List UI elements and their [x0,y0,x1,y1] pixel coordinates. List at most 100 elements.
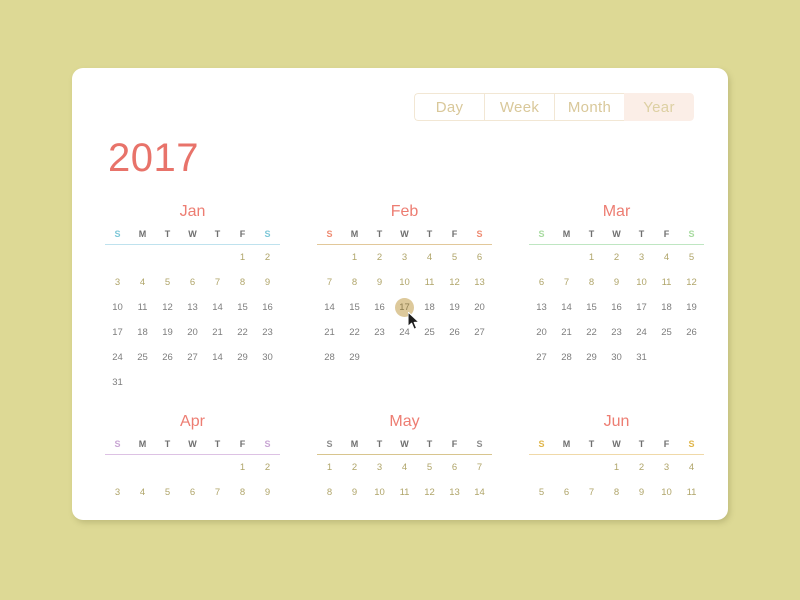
day-cell[interactable]: 9 [255,480,280,505]
day-cell[interactable]: 19 [155,320,180,345]
day-cell[interactable]: 31 [629,345,654,370]
day-cell[interactable]: 18 [417,295,442,320]
day-cell[interactable]: 19 [442,295,467,320]
day-cell[interactable]: 2 [255,245,280,271]
day-cell[interactable]: 3 [367,455,392,481]
day-cell[interactable]: 13 [529,295,554,320]
day-cell[interactable]: 21 [554,320,579,345]
day-cell[interactable]: 6 [180,480,205,505]
day-cell[interactable]: 16 [255,295,280,320]
day-cell[interactable]: 5 [529,480,554,505]
day-cell[interactable]: 25 [417,320,442,345]
day-cell[interactable]: 5 [442,245,467,271]
day-cell[interactable]: 25 [654,320,679,345]
day-cell[interactable]: 13 [180,295,205,320]
day-cell[interactable]: 21 [205,320,230,345]
day-cell[interactable]: 9 [367,270,392,295]
day-cell[interactable]: 10 [367,480,392,505]
day-cell[interactable]: 1 [230,455,255,481]
day-cell[interactable]: 23 [367,320,392,345]
day-cell[interactable]: 9 [342,480,367,505]
day-cell[interactable]: 6 [529,270,554,295]
day-cell[interactable]: 5 [679,245,704,271]
day-cell[interactable]: 16 [367,295,392,320]
day-cell[interactable]: 6 [442,455,467,481]
day-cell[interactable]: 8 [604,480,629,505]
day-cell[interactable]: 22 [342,320,367,345]
tab-month[interactable]: Month [554,93,624,121]
day-cell[interactable]: 23 [604,320,629,345]
day-cell[interactable]: 17 [629,295,654,320]
day-cell[interactable]: 7 [317,270,342,295]
day-cell[interactable]: 2 [367,245,392,271]
day-cell[interactable]: 28 [554,345,579,370]
day-cell[interactable]: 21 [317,320,342,345]
day-cell[interactable]: 9 [255,270,280,295]
day-cell[interactable]: 9 [604,270,629,295]
day-cell[interactable]: 7 [579,480,604,505]
day-cell[interactable]: 20 [180,320,205,345]
tab-week[interactable]: Week [484,93,554,121]
day-cell[interactable]: 5 [417,455,442,481]
day-cell[interactable]: 10 [629,270,654,295]
day-cell[interactable]: 11 [417,270,442,295]
day-cell[interactable]: 19 [679,295,704,320]
day-cell[interactable]: 26 [155,345,180,370]
day-cell[interactable]: 29 [342,345,367,370]
day-cell[interactable]: 17 [105,320,130,345]
day-cell[interactable]: 7 [205,480,230,505]
day-cell[interactable]: 2 [342,455,367,481]
day-cell[interactable]: 18 [654,295,679,320]
day-cell[interactable]: 3 [392,245,417,271]
day-cell[interactable]: 9 [629,480,654,505]
day-cell[interactable]: 28 [317,345,342,370]
day-cell[interactable]: 14 [467,480,492,505]
day-cell[interactable]: 8 [230,270,255,295]
day-cell[interactable]: 13 [467,270,492,295]
day-cell[interactable]: 3 [654,455,679,481]
day-cell[interactable]: 25 [130,345,155,370]
day-cell[interactable]: 22 [230,320,255,345]
day-cell[interactable]: 1 [579,245,604,271]
day-cell[interactable]: 4 [654,245,679,271]
day-cell[interactable]: 12 [155,295,180,320]
day-cell[interactable]: 27 [467,320,492,345]
day-cell[interactable]: 30 [604,345,629,370]
day-cell[interactable]: 14 [205,345,230,370]
day-cell[interactable]: 18 [130,320,155,345]
day-cell[interactable]: 2 [604,245,629,271]
day-cell[interactable]: 1 [604,455,629,481]
view-mode-tabs[interactable]: Day Week Month Year [414,93,694,121]
day-cell[interactable]: 20 [529,320,554,345]
day-cell[interactable]: 10 [392,270,417,295]
day-cell[interactable]: 26 [442,320,467,345]
day-cell[interactable]: 24 [105,345,130,370]
day-cell[interactable]: 7 [205,270,230,295]
day-cell[interactable]: 22 [579,320,604,345]
day-cell[interactable]: 11 [679,480,704,505]
day-cell[interactable]: 11 [654,270,679,295]
day-cell[interactable]: 2 [255,455,280,481]
day-cell[interactable]: 20 [467,295,492,320]
day-cell[interactable]: 29 [579,345,604,370]
day-cell[interactable]: 17 [392,295,417,320]
day-cell[interactable]: 4 [392,455,417,481]
day-cell[interactable]: 1 [317,455,342,481]
day-cell[interactable]: 13 [442,480,467,505]
day-cell[interactable]: 8 [579,270,604,295]
day-cell[interactable]: 15 [579,295,604,320]
day-cell[interactable]: 4 [130,270,155,295]
day-cell[interactable]: 4 [679,455,704,481]
day-cell[interactable]: 12 [679,270,704,295]
tab-day[interactable]: Day [414,93,484,121]
day-cell[interactable]: 4 [130,480,155,505]
day-cell[interactable]: 12 [442,270,467,295]
day-cell[interactable]: 23 [255,320,280,345]
day-cell[interactable]: 6 [180,270,205,295]
day-cell[interactable]: 15 [230,295,255,320]
day-cell[interactable]: 3 [105,480,130,505]
day-cell[interactable]: 3 [105,270,130,295]
day-cell[interactable]: 12 [417,480,442,505]
day-cell[interactable]: 14 [317,295,342,320]
day-cell[interactable]: 15 [342,295,367,320]
